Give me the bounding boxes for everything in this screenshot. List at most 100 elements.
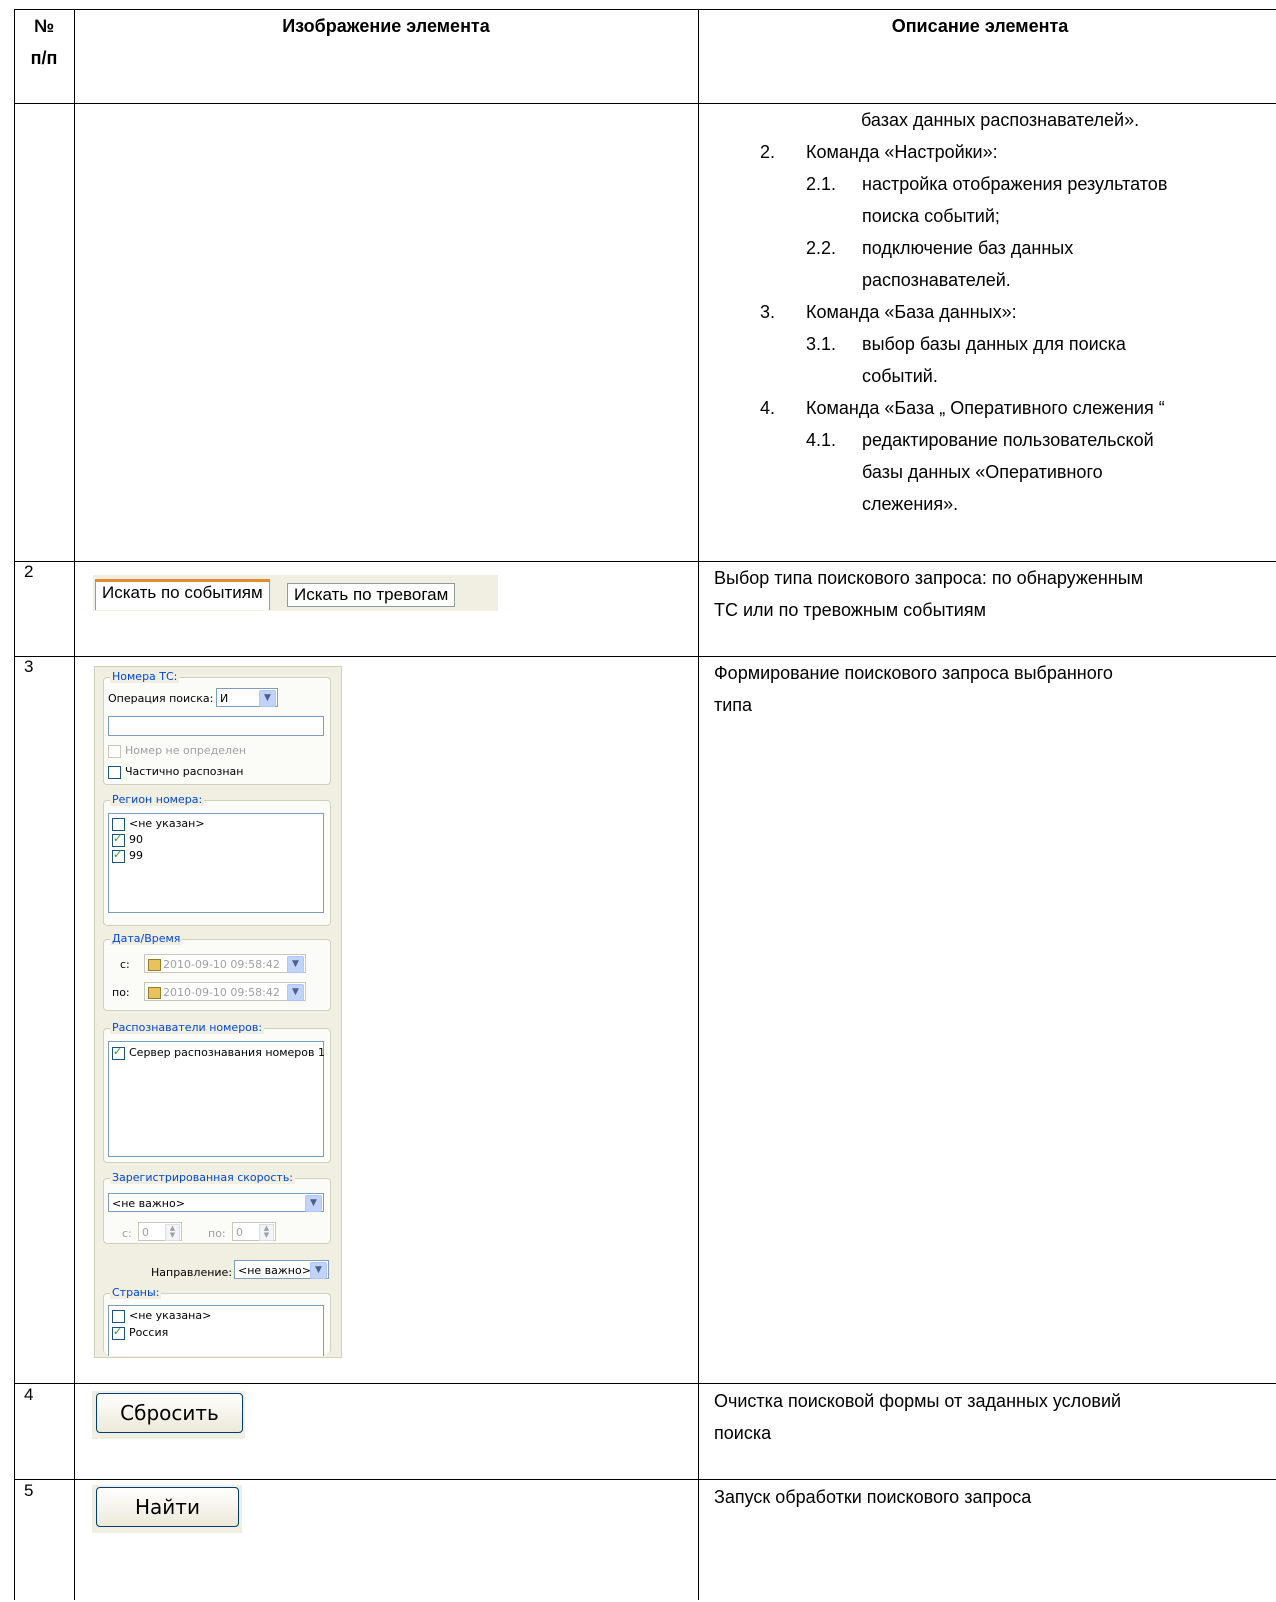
speed-from-spinner[interactable]: 0 ▲ ▼	[138, 1222, 182, 1241]
list-item-text: распознавателей.	[862, 270, 1011, 290]
speed-value: <не важно>	[112, 1197, 185, 1210]
table-row-divider	[14, 1479, 1276, 1480]
list-item-number: 4.1.	[806, 430, 837, 450]
country-label: Россия	[129, 1326, 169, 1339]
recognizer-label: Сервер распознавания номеров 1	[129, 1046, 325, 1059]
group-plates-title: Номера ТС:	[110, 670, 180, 683]
country-item[interactable]: <не указана>	[112, 1309, 211, 1323]
checkbox-icon	[108, 744, 121, 758]
list-item-number: 4.	[760, 398, 776, 418]
table-row-divider	[14, 1383, 1276, 1384]
checkbox-checked-icon	[112, 1325, 125, 1340]
not-detected-label: Номер не определен	[125, 744, 247, 757]
list-item-text: поиска событий;	[862, 206, 1000, 226]
list-item-number: 2.1.	[806, 174, 837, 194]
row3-description-line1: Формирование поискового запроса выбранно…	[714, 663, 1113, 683]
list-item-number: 2.	[760, 142, 776, 162]
list-item-text: Команда «База данных»:	[806, 302, 1017, 322]
recognizer-list[interactable]: Сервер распознавания номеров 1	[108, 1041, 325, 1157]
table-col-divider-1	[74, 10, 75, 1600]
speed-from-label: с:	[122, 1227, 132, 1240]
region-item[interactable]: 99	[112, 848, 143, 863]
country-label: <не указана>	[129, 1309, 212, 1322]
group-region: Регион номера: <не указан> 90 99	[103, 794, 331, 926]
group-speed-title: Зарегистрированная скорость:	[110, 1171, 296, 1184]
region-item[interactable]: 90	[112, 832, 143, 847]
list-item-text: базы данных «Оперативного	[862, 462, 1103, 482]
group-plates: Номера ТС: Операция поиска: И ▼ Номер не…	[103, 671, 331, 785]
checkbox-checked-icon	[112, 848, 125, 863]
speed-to-value: 0	[236, 1226, 243, 1239]
checkbox-checked-icon	[112, 1045, 125, 1060]
list-item-text: подключение баз данных	[862, 238, 1074, 258]
speed-from-value: 0	[142, 1226, 149, 1239]
table-border-left	[14, 10, 15, 1600]
list-item-number: 3.1.	[806, 334, 837, 354]
country-item[interactable]: Россия	[112, 1325, 169, 1340]
row5-description-line1: Запуск обработки поискового запроса	[714, 1487, 1032, 1507]
list-item-text: настройка отображения результатов	[862, 174, 1168, 194]
date-from-label: с:	[120, 958, 130, 971]
list-item-text: редактирование пользовательской	[862, 430, 1154, 450]
operation-value: И	[220, 692, 229, 705]
list-item-text: Команда «Настройки»:	[806, 142, 998, 162]
plate-number-input[interactable]	[108, 716, 324, 736]
header-num: № п/п	[30, 16, 58, 68]
row2-description-line1: Выбор типа поискового запроса: по обнару…	[714, 568, 1144, 588]
date-from-value: 2010-09-10 09:58:42	[163, 958, 280, 971]
list-item-text: слежения».	[862, 494, 959, 514]
calendar-icon	[148, 959, 161, 971]
chevron-down-icon: ▼	[287, 984, 304, 1001]
list-item-number: 2.2.	[806, 238, 837, 258]
region-label: 90	[129, 833, 143, 846]
row2-description-line2: ТС или по тревожным событиям	[714, 600, 986, 620]
direction-select[interactable]: <не важно> ▼	[234, 1260, 329, 1279]
checkbox-icon	[112, 1309, 125, 1323]
find-button[interactable]: Найти	[96, 1487, 239, 1527]
calendar-icon	[148, 987, 161, 999]
tab-search-alarms[interactable]: Искать по тревогам	[287, 583, 456, 607]
operation-label: Операция поиска:	[108, 692, 214, 705]
search-type-tabs: Искать по событиям Искать по тревогам	[93, 575, 498, 611]
date-from-picker[interactable]: 2010-09-10 09:58:42 ▼	[144, 954, 306, 973]
tab-search-events[interactable]: Искать по событиям	[95, 579, 270, 610]
row-number: 4	[24, 1385, 34, 1404]
checkbox-checked-icon	[112, 832, 125, 847]
direction-label: Направление:	[151, 1266, 233, 1279]
search-form-panel: Номера ТС: Операция поиска: И ▼ Номер не…	[94, 666, 342, 1358]
region-list[interactable]: <не указан> 90 99	[108, 813, 324, 913]
row-number: 2	[24, 562, 34, 581]
list-item-text: событий.	[862, 366, 938, 386]
operation-select[interactable]: И ▼	[216, 688, 278, 707]
group-region-title: Регион номера:	[110, 793, 205, 806]
row-number: 5	[24, 1481, 34, 1500]
partial-checkbox[interactable]: Частично распознан	[108, 765, 243, 779]
region-item[interactable]: <не указан>	[112, 817, 205, 831]
chevron-down-icon: ▼	[305, 1195, 322, 1212]
table-col-divider-2	[698, 10, 699, 1600]
country-list[interactable]: <не указана> Россия	[108, 1305, 324, 1356]
not-detected-checkbox[interactable]: Номер не определен	[108, 744, 246, 758]
date-to-picker[interactable]: 2010-09-10 09:58:42 ▼	[144, 982, 306, 1001]
recognizer-item[interactable]: Сервер распознавания номеров 1	[112, 1045, 325, 1060]
direction-value: <не важно>	[238, 1264, 311, 1277]
list-item-number: 3.	[760, 302, 776, 322]
row3-description-line2: типа	[714, 695, 753, 715]
group-recognizers: Распознаватели номеров: Сервер распознав…	[103, 1022, 331, 1163]
row-number: 3	[24, 657, 34, 676]
speed-to-spinner[interactable]: 0 ▲ ▼	[232, 1222, 276, 1241]
list-item-text: выбор базы данных для поиска	[862, 334, 1126, 354]
checkbox-icon	[112, 817, 125, 831]
header-image: Изображение элемента	[282, 16, 490, 36]
region-label: 99	[129, 849, 143, 862]
row4-description-line2: поиска	[714, 1423, 772, 1443]
group-speed: Зарегистрированная скорость: <не важно> …	[103, 1172, 331, 1244]
group-datetime-title: Дата/Время	[110, 932, 183, 945]
header-description: Описание элемента	[891, 16, 1069, 36]
row4-description-line1: Очистка поисковой формы от заданных усло…	[714, 1391, 1122, 1411]
spinner-arrows-icon: ▲ ▼	[259, 1224, 274, 1241]
spinner-arrows-icon: ▲ ▼	[165, 1224, 180, 1241]
group-datetime: Дата/Время с: 2010-09-10 09:58:42 ▼ по: …	[103, 933, 331, 1011]
reset-button[interactable]: Сбросить	[96, 1393, 243, 1433]
speed-select[interactable]: <не важно> ▼	[108, 1193, 324, 1212]
